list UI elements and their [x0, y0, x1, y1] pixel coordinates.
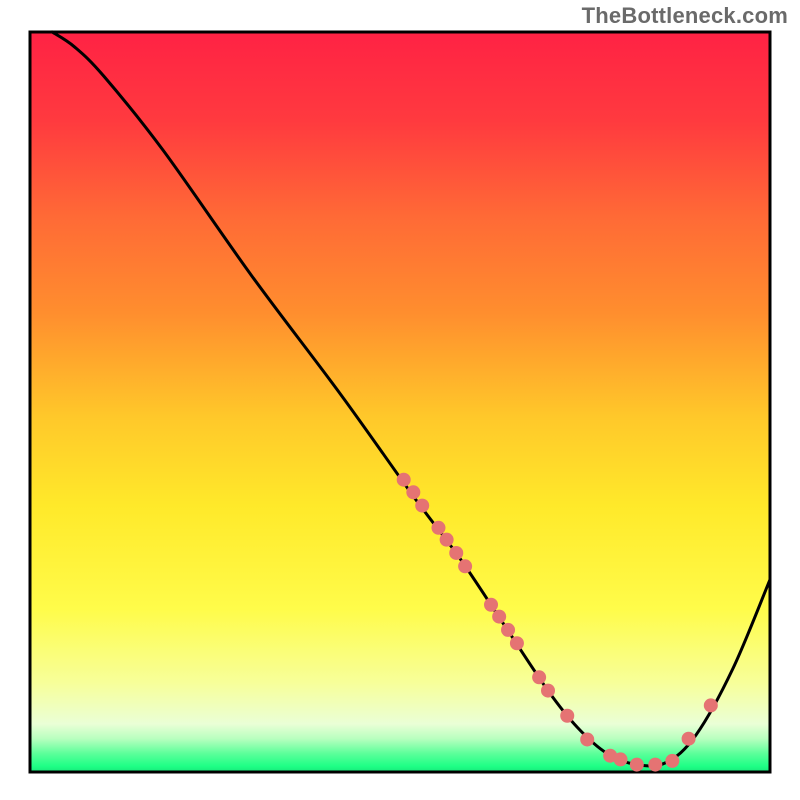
highlight-point	[406, 485, 420, 499]
highlight-point	[630, 758, 644, 772]
highlight-point	[648, 758, 662, 772]
attribution-text: TheBottleneck.com	[582, 3, 788, 29]
highlight-point	[665, 754, 679, 768]
plot-background	[30, 32, 770, 772]
highlight-point	[560, 709, 574, 723]
highlight-point	[501, 623, 515, 637]
highlight-point	[440, 533, 454, 547]
highlight-point	[682, 732, 696, 746]
highlight-point	[458, 559, 472, 573]
highlight-point	[541, 684, 555, 698]
highlight-point	[492, 610, 506, 624]
highlight-point	[510, 636, 524, 650]
highlight-point	[614, 752, 628, 766]
bottleneck-chart	[0, 0, 800, 800]
highlight-point	[449, 546, 463, 560]
highlight-point	[580, 732, 594, 746]
highlight-point	[484, 598, 498, 612]
highlight-point	[431, 521, 445, 535]
highlight-point	[397, 473, 411, 487]
highlight-point	[704, 698, 718, 712]
highlight-point	[415, 499, 429, 513]
highlight-point	[532, 670, 546, 684]
